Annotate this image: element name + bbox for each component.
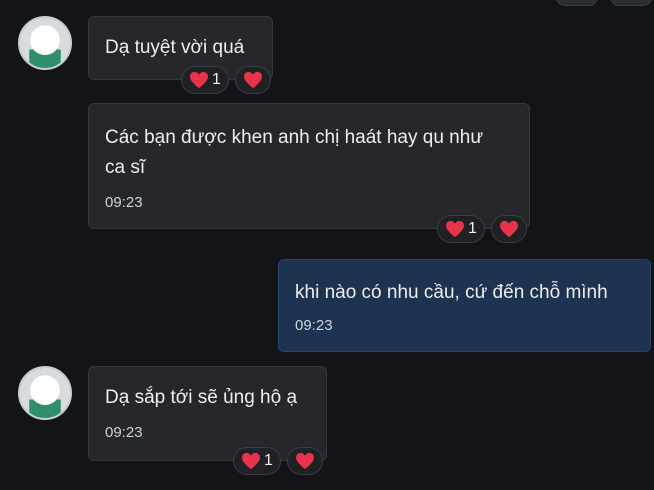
message-text: khi nào có nhu cầu, cứ đến chỗ mình — [295, 282, 608, 303]
message-bubble[interactable]: Các bạn được khen anh chị haát hay qu nh… — [88, 103, 530, 229]
add-reaction-button[interactable] — [490, 215, 527, 243]
reaction-count: 1 — [212, 71, 221, 88]
avatar[interactable] — [18, 366, 72, 420]
message-text-line: Các bạn được khen anh chị haát hay qu nh… — [105, 127, 484, 148]
cropped-reaction-pill[interactable] — [610, 0, 652, 6]
reaction-pill[interactable]: 1 — [181, 66, 229, 94]
message-timestamp: 09:23 — [105, 424, 143, 441]
message-bubble-outgoing[interactable]: khi nào có nhu cầu, cứ đến chỗ mình 09:2… — [278, 259, 651, 352]
heart-icon — [242, 452, 260, 470]
heart-icon — [190, 71, 208, 89]
reaction-bar: 1 — [181, 66, 271, 94]
message-text-line: ca sĩ — [105, 157, 146, 178]
message-text: Dạ tuyệt vời quá — [105, 37, 245, 58]
message-timestamp: 09:23 — [105, 194, 143, 211]
cropped-reaction-pill[interactable] — [556, 0, 598, 6]
reaction-pill[interactable]: 1 — [437, 215, 485, 243]
avatar-image — [20, 18, 70, 68]
heart-icon — [446, 220, 464, 238]
reaction-count: 1 — [468, 220, 477, 237]
heart-icon — [243, 71, 262, 89]
message-text: Dạ sắp tới sẽ ủng hộ ạ — [105, 387, 298, 408]
add-reaction-button[interactable] — [286, 447, 323, 475]
reaction-count: 1 — [264, 452, 273, 469]
reaction-bar: 1 — [437, 215, 527, 243]
heart-icon — [499, 220, 518, 238]
reaction-pill[interactable]: 1 — [233, 447, 281, 475]
avatar-image — [20, 368, 70, 418]
message-timestamp: 09:23 — [295, 317, 333, 334]
heart-icon — [295, 452, 314, 470]
add-reaction-button[interactable] — [234, 66, 271, 94]
avatar[interactable] — [18, 16, 72, 70]
reaction-bar: 1 — [233, 447, 323, 475]
